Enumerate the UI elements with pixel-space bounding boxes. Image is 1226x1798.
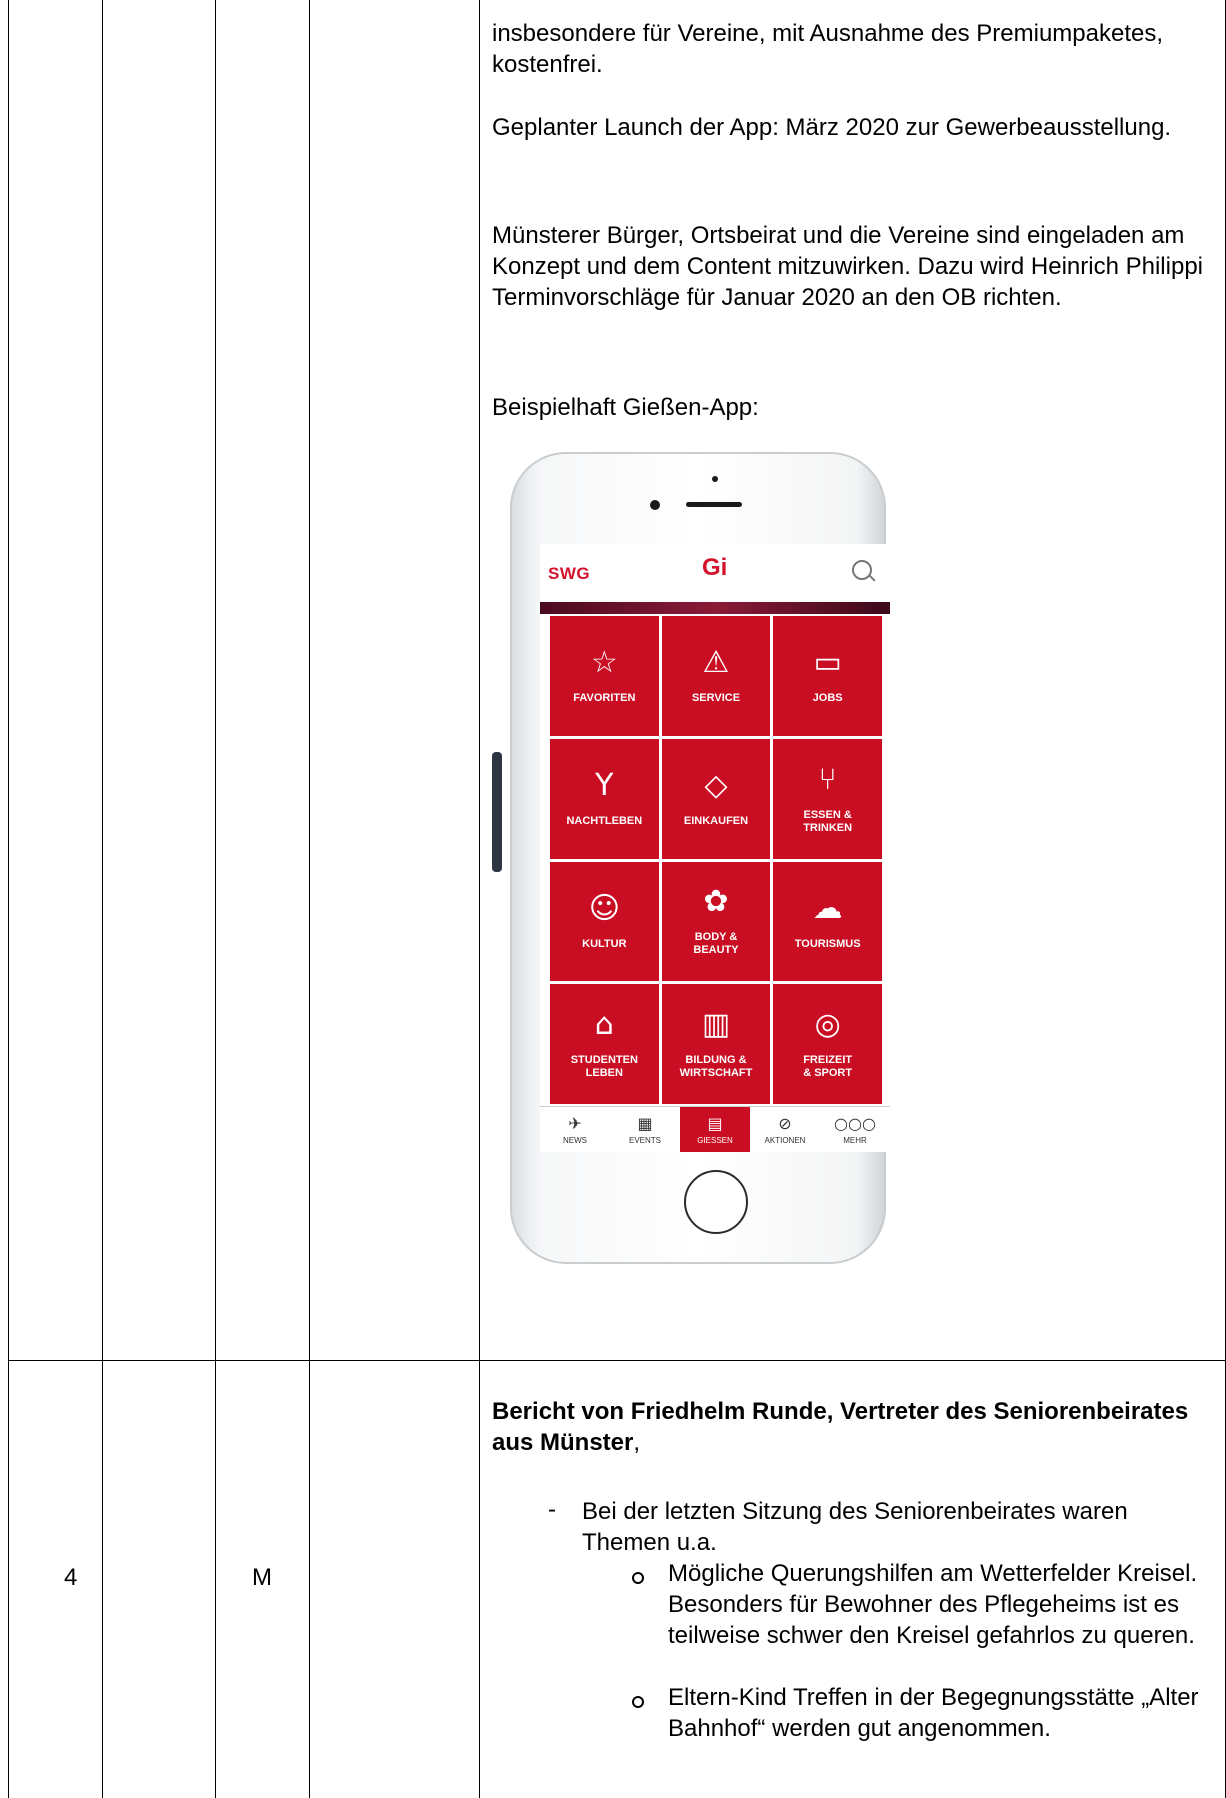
app-tile-label: JOBS [812, 692, 843, 705]
app-tile-bildung-wirtschaft: ▥ BILDUNG & WIRTSCHAFT [661, 984, 771, 1104]
row-owner-initial: M [252, 1564, 272, 1591]
flower-icon: ✿ [703, 884, 729, 920]
app-tile-label: BILDUNG & WIRTSCHAFT [679, 1054, 753, 1080]
app-tile-label: ESSEN & TRINKEN [803, 808, 853, 834]
app-tile-einkaufen: ◇ EINKAUFEN [661, 738, 771, 859]
table-row-divider [8, 1360, 1226, 1361]
app-tile-label: STUDENTEN LEBEN [570, 1054, 638, 1080]
app-screen: SWG Gi ☆ FAVORITEN ⚠ SERVICE ▭ JOBS Y NACHTLEBE… [540, 544, 890, 1152]
theater-mask-icon: ☺ [588, 890, 620, 926]
report-heading-tail: , [633, 1429, 641, 1456]
paragraph-fees: insbesondere für Vereine, mit Ausnahme d… [492, 20, 1164, 78]
home-button [684, 1170, 748, 1234]
app-header: SWG Gi [540, 544, 890, 603]
landscape-icon: ☁ [812, 890, 843, 926]
app-tile-jobs: ▭ JOBS [773, 616, 882, 736]
paper-plane-icon: ✈ [568, 1114, 582, 1133]
star-icon: ☆ [590, 645, 618, 681]
app-tab-label: NEWS [563, 1136, 587, 1145]
app-tile-service: ⚠ SERVICE [661, 616, 771, 736]
map-icon: ▤ [707, 1114, 723, 1133]
table-col-divider-2 [215, 0, 216, 1798]
app-tile-freizeit-sport: ◎ FREIZEIT & SPORT [773, 984, 882, 1104]
graduation-cap-icon: ⌂ [594, 1007, 614, 1043]
app-tile-label: TOURISMUS [794, 937, 861, 950]
siren-icon: ⚠ [702, 645, 730, 681]
phone-body: SWG Gi ☆ FAVORITEN ⚠ SERVICE ▭ JOBS Y NACHTLEBE… [510, 452, 890, 1264]
briefcase-icon: ▭ [813, 645, 842, 681]
app-tab-label: MEHR [843, 1136, 867, 1145]
list-dash: - [548, 1496, 556, 1523]
shopping-bag-icon: ◇ [704, 768, 728, 804]
target-icon: ◎ [814, 1007, 841, 1043]
calendar-icon: ▦ [637, 1114, 653, 1133]
phone-camera [650, 500, 660, 510]
sub-list-item: Eltern-Kind Treffen in der Begegnungsstä… [668, 1684, 1199, 1742]
table-col-divider-4 [479, 0, 480, 1798]
app-tile-essen-trinken: ⑂ ESSEN & TRINKEN [773, 738, 882, 859]
app-tile-kultur: ☺ KULTUR [550, 861, 659, 982]
app-tile-label: NACHTLEBEN [566, 815, 643, 828]
sub-bullet-1 [632, 1572, 644, 1584]
paragraph-invitation: Münsterer Bürger, Ortsbeirat und die Ver… [492, 222, 1203, 311]
category-grid: ☆ FAVORITEN ⚠ SERVICE ▭ JOBS Y NACHTLEBEN ◇ EINKA… [550, 616, 882, 1104]
app-tile-label: FREIZEIT & SPORT [803, 1054, 853, 1080]
report-heading-bold: Bericht von Friedhelm Runde, Vertreter d… [492, 1398, 1189, 1456]
app-tab-bar: ✈ NEWS ▦ EVENTS ▤ GIESSEN ⊘ AKTIONEN ○○○ MEHR [540, 1106, 890, 1152]
phone-side-edge [492, 752, 502, 872]
app-tile-label: SERVICE [691, 692, 741, 705]
table-border-left [8, 0, 9, 1798]
app-tile-nachtleben: Y NACHTLEBEN [550, 738, 659, 859]
phone-speaker [686, 502, 742, 507]
growth-chart-icon: ▥ [701, 1007, 731, 1043]
app-tile-label: EINKAUFEN [683, 815, 749, 828]
app-tab-label: AKTIONEN [764, 1136, 806, 1145]
app-tile-label: FAVORITEN [573, 692, 636, 705]
search-icon [852, 560, 872, 580]
phone-sensor [712, 476, 718, 482]
swg-logo: SWG [548, 564, 591, 583]
table-col-divider-3 [309, 0, 310, 1798]
tag-icon: ⊘ [778, 1114, 792, 1133]
list-item-intro: Bei der letzten Sitzung des Seniorenbeir… [582, 1498, 1128, 1556]
header-banner-image [540, 602, 890, 614]
phone-mockup-image: SWG Gi ☆ FAVORITEN ⚠ SERVICE ▭ JOBS Y NACHTLEBE… [492, 452, 890, 1264]
more-dots-icon: ○○○ [834, 1114, 876, 1133]
table-col-divider-1 [102, 0, 103, 1798]
app-tab-label: EVENTS [628, 1136, 661, 1145]
app-tab-events: ▦ EVENTS [610, 1107, 680, 1152]
app-tile-label: KULTUR [582, 937, 627, 950]
app-tile-label: BODY & BEAUTY [693, 931, 739, 957]
app-tab-giessen: ▤ GIESSEN [680, 1107, 750, 1152]
app-tab-label: GIESSEN [697, 1136, 733, 1145]
row-number: 4 [64, 1564, 78, 1591]
paragraph-example-app: Beispielhaft Gießen-App: [492, 394, 759, 421]
giessen-logo: Gi [702, 554, 728, 581]
report-heading: Bericht von Friedhelm Runde, Vertreter d… [492, 1396, 1226, 1458]
sub-bullet-2 [632, 1696, 644, 1708]
paragraph-launch: Geplanter Launch der App: März 2020 zur … [492, 114, 1172, 141]
app-tab-aktionen: ⊘ AKTIONEN [750, 1107, 820, 1152]
fork-knife-icon: ⑂ [818, 761, 837, 797]
app-tile-tourismus: ☁ TOURISMUS [773, 861, 882, 982]
sub-list-item: Mögliche Querungshilfen am Wetterfelder … [668, 1560, 1198, 1649]
app-tile-studenten-leben: ⌂ STUDENTEN LEBEN [550, 984, 659, 1104]
cocktail-glass-icon: Y [595, 768, 614, 804]
app-tile-favoriten: ☆ FAVORITEN [550, 616, 659, 736]
app-tab-mehr: ○○○ MEHR [820, 1107, 890, 1152]
app-tile-body-beauty: ✿ BODY & BEAUTY [661, 861, 771, 982]
app-tab-news: ✈ NEWS [540, 1107, 610, 1152]
